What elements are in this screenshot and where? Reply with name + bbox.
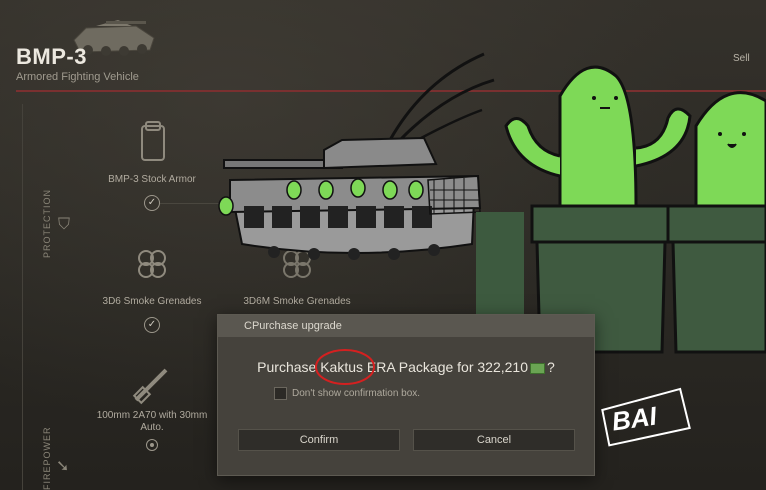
- module-3d6m-smoke[interactable]: 3D6M Smoke Grenades: [238, 244, 356, 307]
- owned-check-icon: ✓: [144, 317, 160, 333]
- confirm-button[interactable]: Confirm: [238, 429, 400, 451]
- module-3d6-smoke[interactable]: 3D6 Smoke Grenades: [100, 244, 204, 307]
- owned-check-icon: ✓: [144, 195, 160, 211]
- module-label: 3D6 Smoke Grenades: [102, 296, 202, 307]
- cannon-icon: [132, 368, 168, 405]
- purchase-dialog: CPurchase upgrade Purchase Kaktus ERA Pa…: [217, 314, 595, 476]
- vehicle-title: BMP-3: [16, 44, 87, 69]
- dont-show-label: Don't show confirmation box.: [292, 388, 421, 400]
- money-icon: [530, 362, 546, 374]
- section-label-firepower: FIREPOWER: [42, 426, 52, 490]
- crosshair-icon: ➘: [56, 458, 70, 475]
- header-divider: [16, 90, 766, 92]
- section-label-protection: PROTECTION: [42, 188, 52, 258]
- purchase-message-end: ?: [547, 359, 555, 375]
- cancel-button[interactable]: Cancel: [413, 429, 575, 451]
- module-label: 100mm 2A70 with 30mm Auto.: [96, 410, 208, 433]
- tree-connector: [160, 203, 220, 204]
- dont-show-checkbox[interactable]: [274, 387, 287, 400]
- purchase-message: Purchase Kaktus ERA Package for 322,210?: [218, 359, 594, 375]
- purchase-message-text: Purchase Kaktus ERA Package for 322,210: [257, 359, 529, 375]
- smoke-grenade-icon: [283, 250, 311, 278]
- smoke-grenade-icon: [138, 250, 166, 278]
- research-radio-icon: [146, 439, 158, 451]
- watermark-text: BAI: [609, 400, 659, 437]
- module-100mm-cannon[interactable]: 100mm 2A70 with 30mm Auto.: [92, 362, 212, 434]
- module-label: BMP-3 Stock Armor: [108, 174, 196, 185]
- dont-show-row[interactable]: Don't show confirmation box.: [274, 387, 420, 400]
- module-stock-armor[interactable]: BMP-3 Stock Armor: [100, 120, 204, 185]
- module-label: 3D6M Smoke Grenades: [243, 296, 351, 307]
- vehicle-subtitle: Armored Fighting Vehicle: [16, 71, 139, 83]
- dialog-title: CPurchase upgrade: [244, 320, 342, 332]
- dialog-title-bar: CPurchase upgrade: [218, 315, 594, 337]
- sell-button[interactable]: Sell: [733, 53, 750, 64]
- shield-icon: ⛉: [58, 216, 71, 233]
- armor-plate-icon: [141, 121, 165, 161]
